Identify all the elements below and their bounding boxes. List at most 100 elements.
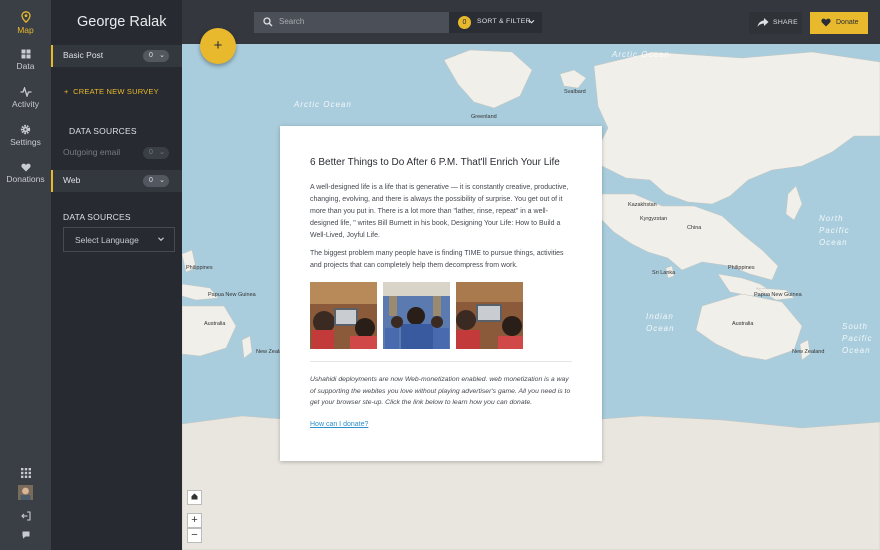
deployment-name: George Ralak <box>77 14 167 30</box>
donate-button[interactable]: Donate <box>810 12 868 34</box>
create-new-survey-link[interactable]: + CREATE NEW SURVEY <box>64 87 159 96</box>
source-count-toggle[interactable]: 0 ⌄ <box>143 175 169 187</box>
language-select[interactable]: Select Language <box>63 227 175 252</box>
map-label-south-pacific: Ocean <box>842 346 871 355</box>
source-count: 0 <box>149 149 153 156</box>
data-sources-heading-2: DATA SOURCES <box>63 212 131 222</box>
map-label-north-pacific: Pacific <box>819 226 850 235</box>
apps-grid-icon <box>20 468 31 478</box>
modal-paragraph-2: The biggest problem many people have is … <box>310 250 564 269</box>
heart-icon <box>821 18 831 27</box>
map-label-south-pacific: South <box>842 322 868 331</box>
photo-students-group <box>383 282 450 349</box>
search-bar[interactable]: Search <box>254 12 449 33</box>
add-post-button[interactable]: + <box>200 28 236 64</box>
chevron-down-icon <box>528 20 535 24</box>
mode-label: Basic Post <box>63 50 104 60</box>
mode-basic-post[interactable]: Basic Post 0 ⌄ <box>51 45 182 67</box>
map-zoom-out-button[interactable]: − <box>187 528 202 543</box>
map-label-philippines: Philippines <box>728 265 755 271</box>
search-input[interactable]: Search <box>279 17 304 26</box>
source-label: Outgoing email <box>63 147 121 157</box>
activity-icon <box>20 87 31 97</box>
donation-modal: 6 Better Things to Do After 6 P.M. That'… <box>280 126 602 461</box>
chevron-down-icon <box>158 237 164 242</box>
mode-count-toggle[interactable]: 0 ⌄ <box>143 50 169 62</box>
nav-donations-label: Donations <box>6 174 45 184</box>
chevron-down-icon: ⌄ <box>159 52 165 59</box>
source-count: 0 <box>149 177 153 184</box>
map-pin-icon <box>20 11 31 23</box>
top-bar: Search 0 SORT & FILTER SHARE Donate <box>182 0 880 44</box>
nav-settings-label: Settings <box>10 137 41 147</box>
nav-map[interactable]: Map <box>0 11 51 35</box>
nav-map-label: Map <box>17 25 34 35</box>
logout-icon <box>20 511 31 521</box>
nav-activity-label: Activity <box>12 99 39 109</box>
sidebar: George Ralak Basic Post 0 ⌄ + CREATE NEW … <box>51 0 182 550</box>
how-to-donate-link[interactable]: How can I donate? <box>310 421 368 428</box>
language-select-value: Select Language <box>75 235 139 245</box>
map-label-indian-ocean: Ocean <box>646 324 675 333</box>
nav-data-label: Data <box>16 61 35 71</box>
modal-title: 6 Better Things to Do After 6 P.M. That'… <box>310 157 560 168</box>
apps-button[interactable] <box>0 465 51 483</box>
map-label-papua: Papua New Guinea <box>754 292 802 298</box>
map-label-australia: Australia <box>732 321 754 327</box>
modal-monetization-note: Ushahidi deployments are now Web-monetiz… <box>310 376 571 406</box>
gear-icon <box>20 124 31 135</box>
map-label-arctic-ocean: Arctic Ocean <box>612 50 670 59</box>
share-button[interactable]: SHARE <box>749 12 802 34</box>
nav-settings[interactable]: Settings <box>0 124 51 147</box>
source-label: Web <box>63 175 81 185</box>
home-icon <box>191 493 198 500</box>
source-outgoing-email[interactable]: Outgoing email 0 ⌄ <box>51 142 182 164</box>
search-icon <box>263 17 273 27</box>
sort-filter-button[interactable]: 0 SORT & FILTER <box>449 12 542 33</box>
map-label-kyrgyzstan: Kyrgyzstan <box>640 216 668 222</box>
user-avatar[interactable] <box>0 485 51 505</box>
logout-button[interactable] <box>0 508 51 526</box>
map-label-south-pacific: Pacific <box>842 334 873 343</box>
nav-donations[interactable]: Donations <box>0 163 51 184</box>
share-label: SHARE <box>773 19 798 26</box>
source-web[interactable]: Web 0 ⌄ <box>51 170 182 192</box>
map-label-north-pacific: Ocean <box>819 238 848 247</box>
main-nav-rail: Map Data Activity Settings Donations <box>0 0 51 550</box>
map-label-papua: Papua New Guinea <box>208 292 256 298</box>
map-label-sri-lanka: Sri Lanka <box>652 270 676 276</box>
map-zoom-in-button[interactable]: + <box>187 513 202 528</box>
modal-paragraph-1: A well-designed life is a life that is g… <box>310 184 569 239</box>
sort-filter-label: SORT & FILTER <box>477 18 531 25</box>
nav-activity[interactable]: Activity <box>0 87 51 109</box>
map-home-button[interactable] <box>187 490 202 505</box>
map-label-arctic-ocean: Arctic Ocean <box>294 100 352 109</box>
data-sources-heading: DATA SOURCES <box>69 126 137 136</box>
modal-divider <box>310 361 572 362</box>
photo-children-laptop <box>310 282 377 349</box>
map-label-svalbard: Svalbard <box>564 89 586 95</box>
heart-icon <box>20 163 31 172</box>
donate-label: Donate <box>836 19 859 26</box>
filter-count-badge: 0 <box>458 16 471 29</box>
gallery-photo[interactable] <box>310 282 377 349</box>
nav-data[interactable]: Data <box>0 49 51 71</box>
map-label-new-zealand: New Zealand <box>792 349 825 355</box>
gallery-photo[interactable] <box>383 282 450 349</box>
map-label-indian-ocean: Indian <box>646 312 674 321</box>
grid-icon <box>21 49 30 59</box>
map-label-kazakhstan: Kazakhstan <box>628 202 657 208</box>
share-arrow-icon <box>757 18 769 27</box>
mode-count: 0 <box>149 52 153 59</box>
avatar-photo-icon <box>18 485 33 500</box>
map-label-china: China <box>687 225 702 231</box>
map-label-greenland: Greenland <box>471 114 497 120</box>
feedback-button[interactable] <box>0 527 51 545</box>
chat-bubble-icon <box>22 531 29 539</box>
create-survey-label: CREATE NEW SURVEY <box>73 87 159 96</box>
chevron-down-icon: ⌄ <box>159 149 165 156</box>
source-count-toggle[interactable]: 0 ⌄ <box>143 147 169 159</box>
photo-children-laptop-2 <box>456 282 523 349</box>
gallery-photo[interactable] <box>456 282 523 349</box>
map-label-philippines: Philippines <box>186 265 213 271</box>
